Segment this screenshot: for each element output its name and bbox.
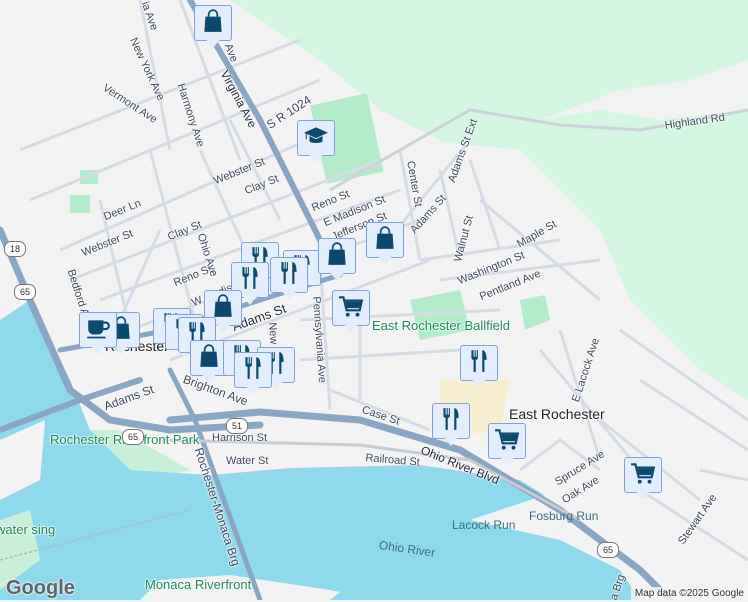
marker-pointer	[215, 323, 231, 333]
marker-restaurant[interactable]	[432, 403, 470, 449]
marker-box	[366, 222, 404, 258]
shopping-bag-icon	[200, 8, 226, 39]
fork-knife-icon	[276, 260, 302, 291]
marker-cafe[interactable]	[79, 312, 117, 358]
marker-restaurant[interactable]	[460, 345, 498, 391]
marker-box	[460, 345, 498, 381]
marker-box	[270, 257, 308, 293]
fork-knife-icon	[240, 355, 266, 386]
fork-knife-icon	[466, 348, 492, 379]
marker-pointer	[205, 38, 221, 48]
park	[70, 195, 90, 213]
marker-pointer	[201, 373, 217, 383]
shopping-cart-icon	[630, 460, 656, 491]
marker-pointer	[635, 490, 651, 500]
marker-school[interactable]	[297, 120, 335, 166]
coffee-cup-icon	[85, 315, 111, 346]
marker-pointer	[308, 153, 324, 163]
marker-box	[488, 423, 526, 459]
shopping-bag-icon	[372, 225, 398, 256]
shopping-bag-icon	[196, 343, 222, 374]
marker-restaurant[interactable]	[270, 257, 308, 303]
place-label-bridgewater: water sing	[0, 522, 56, 537]
marker-box	[332, 290, 370, 326]
shopping-cart-icon	[494, 426, 520, 457]
street-label: New	[266, 322, 280, 345]
marker-pointer	[499, 456, 515, 466]
marker-box	[318, 238, 356, 274]
marker-pointer	[90, 345, 106, 355]
marker-box	[624, 457, 662, 493]
place-label-east-rochester: East Rochester	[509, 406, 605, 422]
shopping-cart-icon	[338, 293, 364, 324]
marker-grocery[interactable]	[332, 290, 370, 336]
place-label-ballfield: East Rochester Ballfield	[372, 318, 511, 333]
route-shield-65: 65	[14, 284, 36, 300]
marker-shopping[interactable]	[318, 238, 356, 284]
graduation-cap-icon	[303, 123, 329, 154]
marker-pointer	[329, 271, 345, 281]
route-shield-65: 65	[597, 542, 619, 558]
marker-pointer	[471, 378, 487, 388]
marker-pointer	[443, 436, 459, 446]
place-label-fosburg-run: Fosburg Run	[529, 509, 599, 523]
place-label-lacock-run: Lacock Run	[452, 518, 516, 532]
marker-box	[234, 352, 272, 388]
shopping-bag-icon	[324, 241, 350, 272]
place-label-riverfront-park: Rochester Riverfront Park	[50, 432, 200, 447]
marker-shopping[interactable]	[194, 5, 232, 51]
marker-shopping[interactable]	[366, 222, 404, 268]
marker-pointer	[245, 385, 261, 395]
marker-grocery[interactable]	[624, 457, 662, 503]
map-attribution[interactable]: Map data ©2025 Google	[630, 587, 748, 600]
route-shield-18: 18	[4, 241, 26, 257]
marker-pointer	[281, 290, 297, 300]
fork-knife-icon	[438, 406, 464, 437]
route-shield-51: 51	[226, 418, 248, 434]
street-label: Water St	[226, 455, 269, 467]
place-label-monaca-riverfront: Monaca Riverfront	[145, 577, 252, 592]
marker-box	[194, 5, 232, 41]
marker-box	[297, 120, 335, 156]
route-shield-65: 65	[122, 429, 144, 445]
marker-pointer	[242, 295, 258, 305]
marker-pointer	[377, 255, 393, 265]
marker-box	[432, 403, 470, 439]
marker-box	[79, 312, 117, 348]
marker-pointer	[343, 323, 359, 333]
marker-grocery[interactable]	[488, 423, 526, 469]
google-logo: Google	[6, 577, 75, 599]
marker-restaurant[interactable]	[234, 352, 272, 398]
